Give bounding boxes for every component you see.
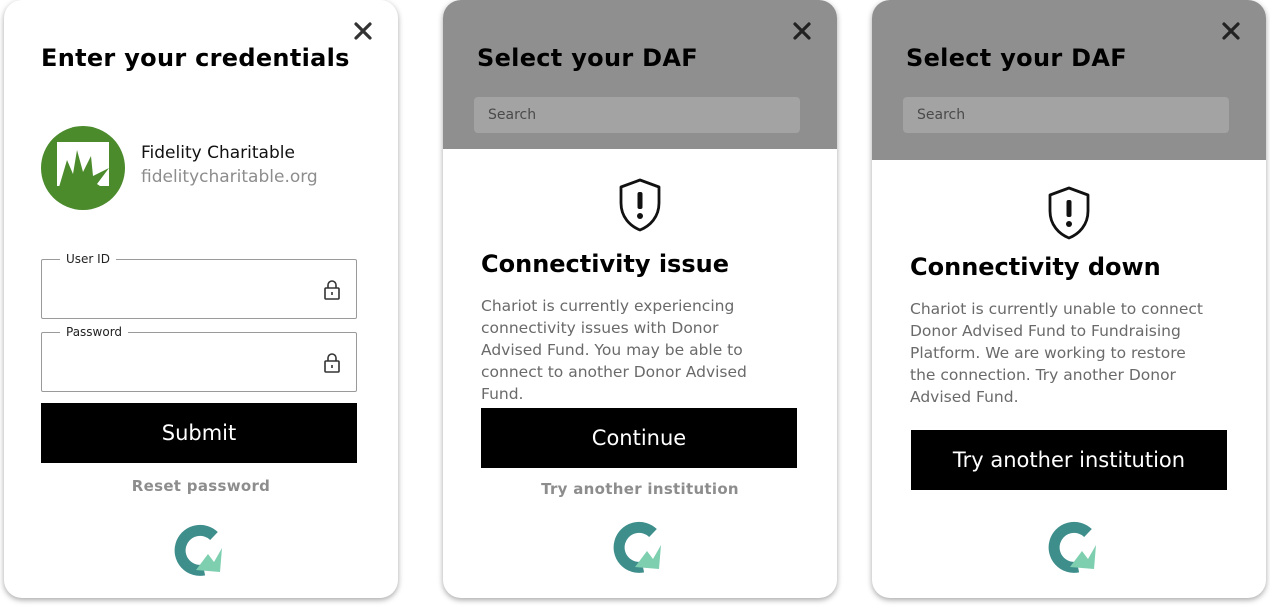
password-input[interactable] [54,345,308,379]
institution-logo [41,126,125,210]
status-heading: Connectivity down [910,253,1161,281]
user-id-label: User ID [60,251,116,267]
search-input[interactable] [474,97,800,133]
try-another-institution-button[interactable]: Try another institution [911,430,1227,490]
page-title: Select your DAF [477,44,698,72]
user-id-field[interactable]: User ID [41,251,357,319]
page-title: Select your DAF [906,44,1127,72]
password-field[interactable]: Password [41,324,357,392]
password-label: Password [60,324,129,340]
close-icon[interactable] [791,20,813,42]
institution-url: fidelitycharitable.org [141,167,318,187]
page-title: Enter your credentials [41,44,350,72]
reset-password-link[interactable]: Reset password [4,477,398,495]
institution-name: Fidelity Charitable [141,143,295,163]
shield-alert-icon [619,178,661,232]
chariot-logo [174,524,222,576]
status-heading: Connectivity issue [481,250,729,278]
close-icon[interactable] [352,20,374,42]
user-id-input[interactable] [54,272,308,306]
modal-header [872,0,1266,160]
continue-button[interactable]: Continue [481,408,797,468]
lock-icon [324,280,340,300]
chariot-logo [613,521,661,573]
connectivity-down-card: Select your DAF Connectivity down Chario… [872,0,1266,598]
status-message: Chariot is currently experiencing connec… [481,297,747,403]
close-icon[interactable] [1220,20,1242,42]
submit-button[interactable]: Submit [41,403,357,463]
lock-icon [324,353,340,373]
search-input[interactable] [903,97,1229,133]
status-message: Chariot is currently unable to connect D… [910,300,1203,406]
shield-alert-icon [1048,186,1090,240]
credentials-card: Enter your credentials Fidelity Charitab… [4,0,398,598]
chariot-logo [1048,521,1096,573]
try-another-institution-link[interactable]: Try another institution [443,480,837,498]
connectivity-issue-card: Select your DAF Connectivity issue Chari… [443,0,837,598]
